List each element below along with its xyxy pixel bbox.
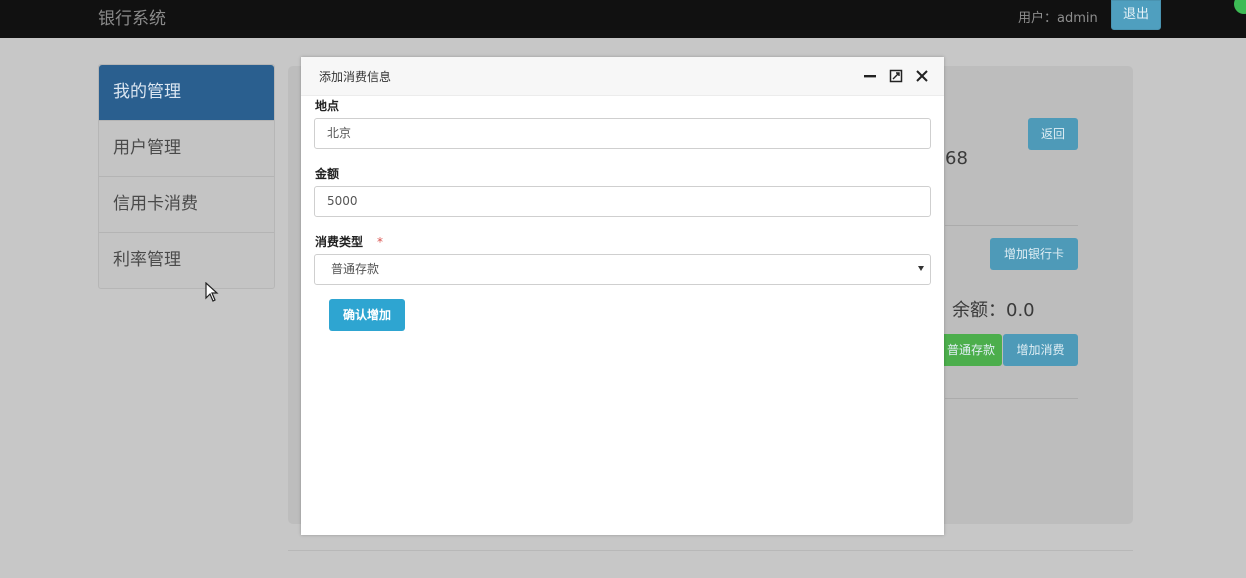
top-navbar: 银行系统 用户：admin 退出: [0, 0, 1246, 38]
divider: [288, 550, 1133, 551]
add-consumption-button[interactable]: 增加消费: [1003, 334, 1078, 366]
modal-controls: [862, 68, 930, 84]
logout-button[interactable]: 退出: [1111, 0, 1161, 30]
sidebar-item-credit-card-consumption[interactable]: 信用卡消费: [99, 176, 274, 232]
add-bank-card-button[interactable]: 增加银行卡: [990, 238, 1078, 270]
divider: [945, 225, 1078, 226]
sidebar: 我的管理 用户管理 信用卡消费 利率管理: [98, 64, 275, 289]
back-button[interactable]: 返回: [1028, 118, 1078, 150]
balance-text: 余额：0.0: [952, 300, 1035, 321]
location-label: 地点: [315, 99, 340, 113]
confirm-add-button[interactable]: 确认增加: [329, 299, 405, 331]
account-number-fragment: 68: [945, 148, 968, 169]
select-arrow-icon: [918, 266, 924, 271]
modal-title: 添加消费信息: [319, 70, 392, 84]
current-user: 用户：admin: [1018, 11, 1098, 26]
status-dot-icon: [1234, 0, 1246, 14]
consumption-type-select[interactable]: 普通存款: [314, 254, 931, 285]
minimize-icon[interactable]: [862, 68, 878, 84]
sidebar-item-user-management[interactable]: 用户管理: [99, 120, 274, 176]
brand-title: 银行系统: [98, 9, 166, 29]
sidebar-item-interest-rate[interactable]: 利率管理: [99, 232, 274, 288]
divider: [945, 398, 1078, 399]
required-mark: *: [377, 235, 384, 249]
sidebar-item-my-management[interactable]: 我的管理: [99, 65, 274, 120]
location-input[interactable]: 北京: [314, 118, 931, 149]
type-label-text: 消费类型: [315, 235, 364, 249]
cursor-arrow-icon: [205, 282, 219, 302]
consumption-type-value: 普通存款: [331, 262, 380, 276]
amount-input[interactable]: 5000: [314, 186, 931, 217]
amount-label: 金额: [315, 167, 340, 181]
type-label: 消费类型 *: [315, 233, 383, 250]
maximize-icon[interactable]: [888, 68, 904, 84]
modal-header: 添加消费信息: [301, 57, 944, 96]
close-icon[interactable]: [914, 68, 930, 84]
add-consumption-modal: 添加消费信息 地点 北京 金额 5000 消费类型 * 普通存款 确认增加: [301, 57, 944, 535]
